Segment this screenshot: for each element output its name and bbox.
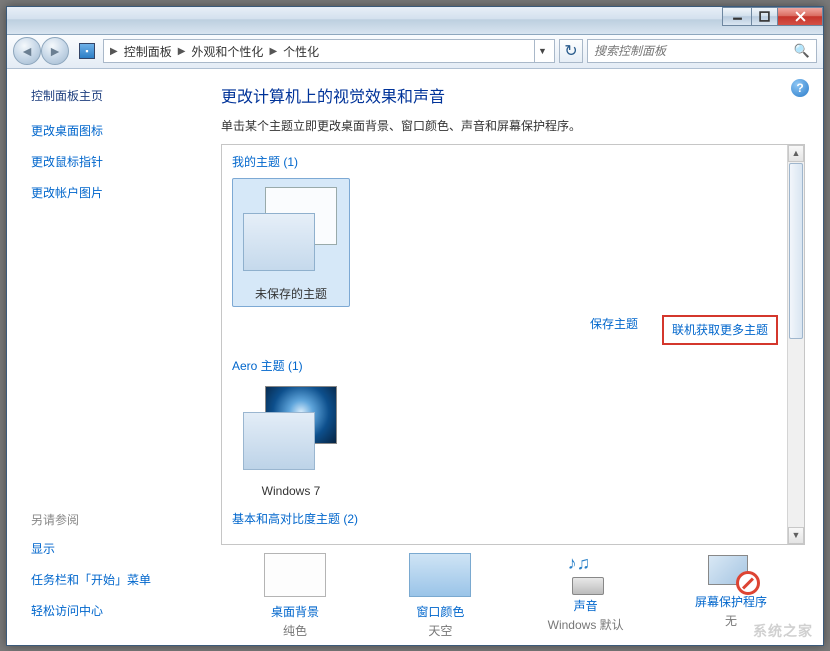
bottom-label: 屏幕保护程序 xyxy=(695,593,767,610)
bottom-sub: 天空 xyxy=(428,622,452,639)
scroll-thumb[interactable] xyxy=(789,163,803,339)
themes-panel: 我的主题 (1) 未保存的主题 保存主题 联机获取更多主题 xyxy=(221,144,805,545)
highlight-annotation: 联机获取更多主题 xyxy=(662,315,778,345)
sidebar-home[interactable]: 控制面板主页 xyxy=(31,87,195,104)
desktop-background-icon xyxy=(264,553,326,597)
breadcrumb-dropdown-icon[interactable]: ▼ xyxy=(534,40,550,62)
bottom-sub: Windows 默认 xyxy=(548,616,624,633)
sidebar-link-account-picture[interactable]: 更改帐户图片 xyxy=(31,184,195,201)
refresh-button[interactable]: ↻ xyxy=(559,39,583,63)
theme-thumbnail xyxy=(237,382,345,478)
minimize-button[interactable] xyxy=(722,7,752,26)
sidebar: 控制面板主页 更改桌面图标 更改鼠标指针 更改帐户图片 另请参阅 显示 任务栏和… xyxy=(7,69,207,645)
bottom-sub: 纯色 xyxy=(283,622,307,639)
content: ? 更改计算机上的视觉效果和声音 单击某个主题立即更改桌面背景、窗口颜色、声音和… xyxy=(207,69,823,645)
bottom-sub: 无 xyxy=(725,612,737,629)
close-button[interactable] xyxy=(777,7,823,26)
crumb-appearance[interactable]: 外观和个性化 xyxy=(189,43,265,60)
chevron-right-icon[interactable]: ▶ xyxy=(267,46,279,57)
window: ◄ ► ▪ ▶ 控制面板 ▶ 外观和个性化 ▶ 个性化 ▼ ↻ 🔍 控制面板主页… xyxy=(6,6,824,646)
sounds-icon: ♪♫ xyxy=(562,553,610,597)
back-button[interactable]: ◄ xyxy=(13,37,41,65)
bottom-label: 窗口颜色 xyxy=(416,603,464,620)
crumb-personalization[interactable]: 个性化 xyxy=(281,43,321,60)
address-icon: ▪ xyxy=(79,43,95,59)
theme-thumbnail xyxy=(237,183,345,279)
theme-label: 未保存的主题 xyxy=(255,285,327,302)
bottom-label: 桌面背景 xyxy=(271,603,319,620)
disabled-icon xyxy=(736,571,760,595)
theme-label: Windows 7 xyxy=(262,484,321,498)
toolbar: ◄ ► ▪ ▶ 控制面板 ▶ 外观和个性化 ▶ 个性化 ▼ ↻ 🔍 xyxy=(7,35,823,69)
desktop-background-button[interactable]: 桌面背景 纯色 xyxy=(231,553,359,639)
search-box[interactable]: 🔍 xyxy=(587,39,817,63)
bottom-label: 声音 xyxy=(574,597,598,614)
watermark: 系统之家 xyxy=(753,621,813,641)
page-title: 更改计算机上的视觉效果和声音 xyxy=(221,83,805,107)
theme-preview-window xyxy=(243,412,315,470)
theme-preview-front xyxy=(243,213,315,271)
online-themes-link[interactable]: 联机获取更多主题 xyxy=(672,323,768,337)
chevron-right-icon[interactable]: ▶ xyxy=(176,46,188,57)
window-color-icon xyxy=(409,553,471,597)
sidebar-link-display[interactable]: 显示 xyxy=(31,540,195,557)
music-notes-icon: ♪♫ xyxy=(568,553,591,574)
save-theme-link[interactable]: 保存主题 xyxy=(590,315,638,345)
scroll-track[interactable] xyxy=(788,340,804,527)
chevron-right-icon[interactable]: ▶ xyxy=(108,46,120,57)
window-color-button[interactable]: 窗口颜色 天空 xyxy=(376,553,504,639)
see-also-heading: 另请参阅 xyxy=(31,511,195,528)
crumb-control-panel[interactable]: 控制面板 xyxy=(122,43,174,60)
titlebar[interactable] xyxy=(7,7,823,35)
sidebar-link-desktop-icons[interactable]: 更改桌面图标 xyxy=(31,122,195,139)
scrollbar-vertical[interactable]: ▲ ▼ xyxy=(787,145,804,544)
scroll-up-button[interactable]: ▲ xyxy=(788,145,804,162)
section-my-themes: 我的主题 (1) xyxy=(232,153,782,170)
theme-actions: 保存主题 联机获取更多主题 xyxy=(232,315,778,345)
maximize-button[interactable] xyxy=(751,7,778,26)
search-input[interactable] xyxy=(594,44,794,58)
section-aero-themes: Aero 主题 (1) xyxy=(232,357,782,374)
theme-windows7[interactable]: Windows 7 xyxy=(232,382,350,498)
sidebar-link-taskbar[interactable]: 任务栏和「开始」菜单 xyxy=(31,571,195,588)
body: 控制面板主页 更改桌面图标 更改鼠标指针 更改帐户图片 另请参阅 显示 任务栏和… xyxy=(7,69,823,645)
page-desc: 单击某个主题立即更改桌面背景、窗口颜色、声音和屏幕保护程序。 xyxy=(221,117,805,134)
scroll-down-button[interactable]: ▼ xyxy=(788,527,804,544)
screensaver-icon xyxy=(706,553,756,593)
my-themes-row: 未保存的主题 xyxy=(232,178,782,307)
help-icon[interactable]: ? xyxy=(791,79,809,97)
section-basic-themes: 基本和高对比度主题 (2) xyxy=(232,510,782,527)
search-icon[interactable]: 🔍 xyxy=(794,43,810,59)
bottom-settings-row: 桌面背景 纯色 窗口颜色 天空 ♪♫ 声音 Windows 默认 xyxy=(221,553,805,639)
sidebar-link-mouse-pointer[interactable]: 更改鼠标指针 xyxy=(31,153,195,170)
nav-buttons: ◄ ► xyxy=(13,37,69,65)
sounds-button[interactable]: ♪♫ 声音 Windows 默认 xyxy=(522,553,650,639)
forward-button[interactable]: ► xyxy=(41,37,69,65)
aero-themes-row: Windows 7 xyxy=(232,382,782,498)
keyboard-icon xyxy=(572,577,604,595)
theme-unsaved[interactable]: 未保存的主题 xyxy=(232,178,350,307)
sidebar-link-ease-of-access[interactable]: 轻松访问中心 xyxy=(31,602,195,619)
breadcrumb[interactable]: ▶ 控制面板 ▶ 外观和个性化 ▶ 个性化 ▼ xyxy=(103,39,555,63)
